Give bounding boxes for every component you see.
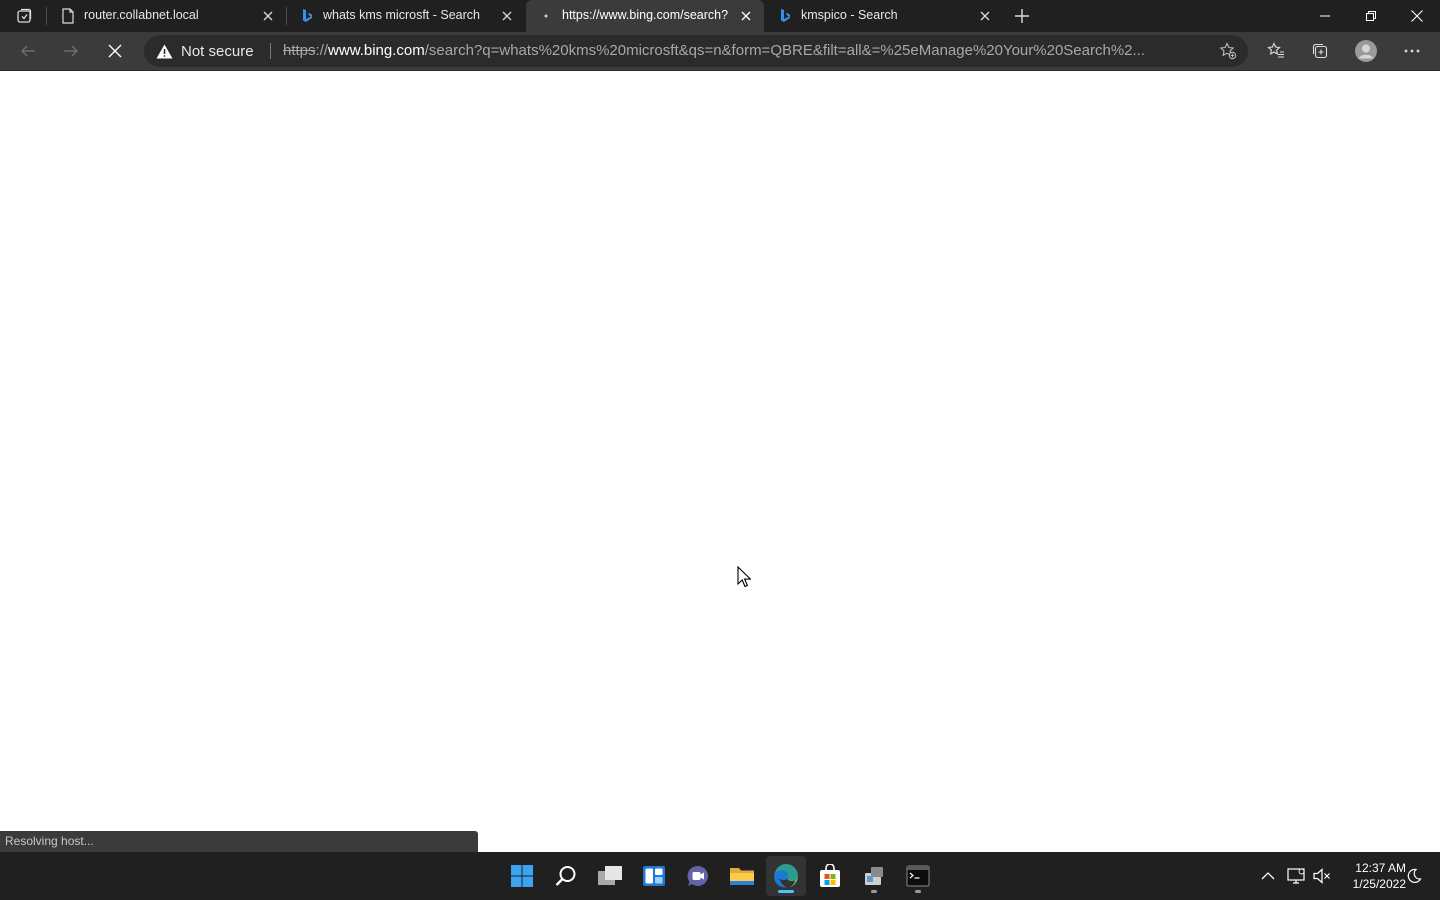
network-button[interactable] [1284, 852, 1308, 900]
clock-time: 12:37 AM [1355, 861, 1406, 875]
widgets-button[interactable] [634, 856, 674, 896]
more-icon [1404, 49, 1420, 53]
focus-assist-button[interactable] [1402, 852, 1426, 900]
close-tab-icon[interactable] [260, 8, 276, 24]
close-tab-icon[interactable] [499, 8, 515, 24]
volume-button[interactable] [1310, 852, 1334, 900]
browser-toolbar: Not secure https://www.bing.com/search?q… [0, 32, 1440, 71]
loading-icon [538, 8, 554, 24]
tab-router[interactable]: router.collabnet.local [48, 0, 286, 32]
avatar-icon [1355, 40, 1377, 62]
tab-title: https://www.bing.com/search?q= [562, 8, 728, 22]
chat-icon [687, 865, 708, 886]
url-host: www.bing.com [328, 42, 425, 59]
chat-button[interactable] [678, 856, 718, 896]
close-tab-icon[interactable] [738, 8, 754, 24]
app-button[interactable] [854, 856, 894, 896]
clock[interactable]: 12:37 AM 1/25/2022 [1336, 860, 1406, 892]
network-icon [1287, 868, 1305, 884]
close-icon [1411, 10, 1423, 22]
warning-icon [156, 44, 173, 58]
running-indicator [915, 890, 921, 893]
status-bar: Resolving host... [0, 831, 478, 852]
bing-icon [299, 8, 315, 24]
edge-taskbar-button[interactable] [766, 856, 806, 896]
back-arrow-icon [21, 45, 35, 57]
restore-button[interactable] [1348, 0, 1394, 32]
running-indicator [871, 890, 877, 893]
active-indicator [778, 890, 794, 893]
bing-icon [777, 8, 793, 24]
app-icon [865, 867, 883, 885]
minimize-icon [1320, 15, 1330, 17]
mouse-cursor-icon [737, 566, 751, 588]
tab-title: kmspico - Search [801, 8, 898, 22]
tab-strip: router.collabnet.local whats kms microsf… [0, 0, 1440, 32]
close-window-button[interactable] [1394, 0, 1440, 32]
security-indicator[interactable]: Not secure [156, 35, 254, 67]
file-explorer-icon [730, 868, 754, 885]
url-separator: :// [315, 42, 329, 59]
taskbar: 12:37 AM 1/25/2022 [0, 852, 1440, 900]
forward-button[interactable] [55, 35, 87, 67]
url-text[interactable]: https://www.bing.com/search?q=whats%20km… [283, 35, 1203, 67]
widgets-icon [643, 866, 665, 886]
profile-button[interactable] [1350, 35, 1382, 67]
settings-menu-button[interactable] [1396, 35, 1428, 67]
plus-icon [1015, 9, 1029, 23]
close-tab-icon[interactable] [977, 8, 993, 24]
favorites-button[interactable] [1260, 35, 1292, 67]
security-label: Not secure [181, 42, 254, 60]
chevron-up-icon [1261, 872, 1275, 880]
stop-loading-button[interactable] [99, 35, 131, 67]
terminal-icon [906, 865, 930, 887]
collections-icon [1312, 43, 1328, 59]
minimize-button[interactable] [1302, 0, 1348, 32]
back-button[interactable] [12, 35, 44, 67]
start-button[interactable] [502, 856, 542, 896]
store-icon [820, 864, 840, 887]
moon-icon [1407, 868, 1422, 883]
tab-separator [46, 7, 47, 25]
edge-icon [774, 864, 798, 888]
new-tab-button[interactable] [1010, 4, 1034, 28]
collections-button[interactable] [1304, 35, 1336, 67]
page-content [0, 71, 1440, 852]
file-explorer-button[interactable] [722, 856, 762, 896]
tab-actions-icon [17, 8, 32, 23]
search-icon [555, 866, 576, 886]
volume-muted-icon [1313, 868, 1330, 884]
show-hidden-icons-button[interactable] [1256, 852, 1280, 900]
address-bar[interactable]: Not secure https://www.bing.com/search?q… [144, 35, 1248, 67]
restore-icon [1366, 11, 1376, 21]
add-favorite-button[interactable] [1216, 39, 1240, 63]
url-path: /search?q=whats%20kms%20microsft&qs=n&fo… [424, 42, 1145, 59]
terminal-button[interactable] [898, 856, 938, 896]
tab-title: router.collabnet.local [84, 8, 199, 22]
task-view-icon [598, 866, 622, 885]
tab-whats-kms[interactable]: whats kms microsft - Search [287, 0, 525, 32]
taskbar-search-button[interactable] [546, 856, 586, 896]
start-icon [511, 865, 533, 887]
stop-icon [108, 44, 122, 58]
star-add-icon [1219, 42, 1237, 60]
store-button[interactable] [810, 856, 850, 896]
clock-date: 1/25/2022 [1352, 877, 1406, 891]
tab-title: whats kms microsft - Search [323, 8, 480, 22]
address-separator [270, 43, 271, 59]
favorites-icon [1267, 42, 1284, 58]
tab-bing-loading[interactable]: https://www.bing.com/search?q= [526, 0, 764, 32]
page-icon [60, 8, 76, 24]
url-scheme: https [283, 42, 316, 59]
task-view-button[interactable] [590, 856, 630, 896]
tab-actions-button[interactable] [8, 5, 40, 27]
forward-arrow-icon [64, 45, 78, 57]
tab-kmspico[interactable]: kmspico - Search [765, 0, 1003, 32]
